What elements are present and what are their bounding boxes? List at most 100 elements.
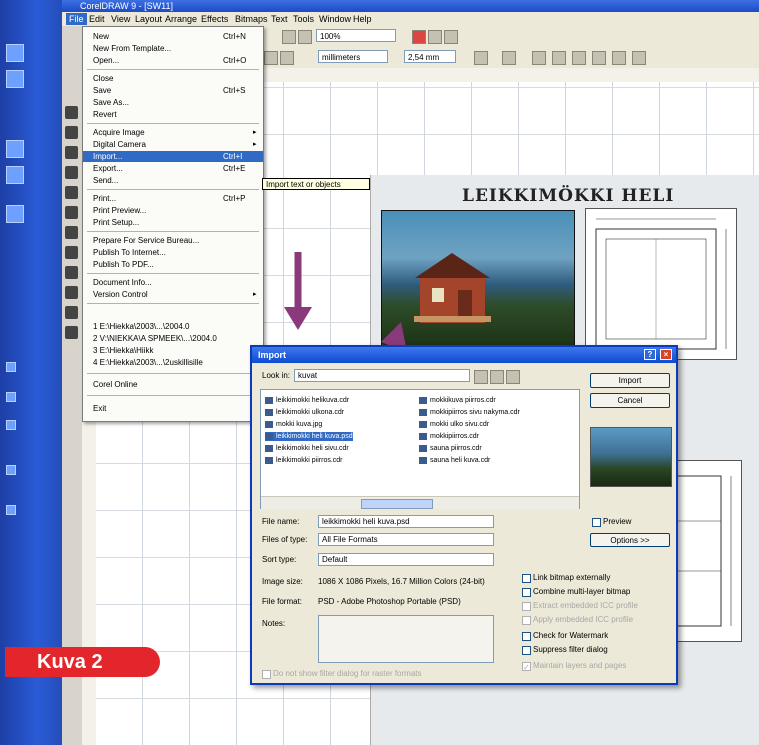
import-button[interactable]: Import — [590, 373, 670, 388]
cancel-button[interactable]: Cancel — [590, 393, 670, 408]
menu-item-export[interactable]: Export... Ctrl+E — [83, 163, 263, 174]
checkbox-box[interactable] — [592, 518, 601, 527]
menu-item-send[interactable]: Send... — [83, 175, 263, 186]
polygon-tool-icon[interactable] — [65, 226, 78, 239]
align-icon[interactable] — [612, 51, 626, 65]
checkbox-box[interactable] — [522, 574, 531, 583]
link-bitmap-checkbox[interactable]: Link bitmap externally — [522, 573, 610, 583]
file-list[interactable]: leikkimokki helikuva.cdr leikkimokki ulk… — [260, 389, 580, 509]
shape-tool-icon[interactable] — [65, 126, 78, 139]
copy-icon[interactable] — [298, 30, 312, 44]
list-item[interactable]: leikkimokki heli sivu.cdr — [265, 444, 349, 453]
list-item[interactable]: mokki ulko sivu.cdr — [419, 420, 489, 429]
app-icon[interactable] — [6, 70, 24, 88]
align-icon[interactable] — [572, 51, 586, 65]
menu-arrange[interactable]: Arrange — [162, 13, 200, 25]
no-filter-dialog-checkbox[interactable]: Do not show filter dialog for raster for… — [262, 669, 422, 679]
align-icon[interactable] — [532, 51, 546, 65]
list-item[interactable]: sauna piirros.cdr — [419, 444, 482, 453]
menu-view[interactable]: View — [108, 13, 133, 25]
align-icon[interactable] — [552, 51, 566, 65]
menu-item-acquire-image[interactable]: Acquire Image ▸ — [83, 127, 263, 138]
zoom-select[interactable]: 100% — [316, 29, 396, 42]
app-icon[interactable] — [6, 44, 24, 62]
eyedropper-tool-icon[interactable] — [65, 286, 78, 299]
horizontal-scrollbar[interactable] — [261, 496, 579, 509]
tray-icon[interactable] — [6, 505, 16, 515]
menu-item-recent-2[interactable]: 2 V:\NIEKKA\A SPMEEK\...\2004.0 — [83, 333, 263, 344]
combine-layers-checkbox[interactable]: Combine multi-layer bitmap — [522, 587, 630, 597]
ellipse-tool-icon[interactable] — [65, 206, 78, 219]
pick-tool-icon[interactable] — [65, 106, 78, 119]
menu-bitmaps[interactable]: Bitmaps — [232, 13, 271, 25]
list-item[interactable]: leikkimokki piirros.cdr — [265, 456, 343, 465]
options-button[interactable]: Options >> — [590, 533, 670, 547]
text-tool-icon[interactable] — [65, 246, 78, 259]
new-folder-icon[interactable] — [490, 370, 504, 384]
list-item[interactable]: sauna heli kuva.cdr — [419, 456, 490, 465]
menu-item-open[interactable]: Open... Ctrl+O — [83, 55, 263, 66]
menu-effects[interactable]: Effects — [198, 13, 231, 25]
app-icon[interactable] — [6, 166, 24, 184]
extract-icc-checkbox[interactable]: Extract embedded ICC profile — [522, 601, 638, 611]
menu-item-print-setup[interactable]: Print Setup... — [83, 217, 263, 228]
menu-item-save-as[interactable]: Save As... — [83, 97, 263, 108]
freehand-tool-icon[interactable] — [65, 166, 78, 179]
maintain-layers-checkbox[interactable]: ✓ Maintain layers and pages — [522, 661, 626, 672]
menu-item-print[interactable]: Print... Ctrl+P — [83, 193, 263, 204]
help-button[interactable]: ? — [644, 349, 656, 360]
sort-type-select[interactable]: Default — [318, 553, 494, 566]
rectangle-tool-icon[interactable] — [65, 186, 78, 199]
watermark-checkbox[interactable]: Check for Watermark — [522, 631, 608, 641]
checkbox-box[interactable] — [522, 646, 531, 655]
tray-icon[interactable] — [6, 420, 16, 430]
tray-icon[interactable] — [6, 465, 16, 475]
launch-icon[interactable] — [412, 30, 426, 44]
menu-item-revert[interactable]: Revert — [83, 109, 263, 120]
nudge-input[interactable]: 2,54 mm — [404, 50, 456, 63]
menu-item-digital-camera[interactable]: Digital Camera ▸ — [83, 139, 263, 150]
duplicate-icon[interactable] — [502, 51, 516, 65]
landscape-icon[interactable] — [280, 51, 294, 65]
tray-icon[interactable] — [6, 362, 16, 372]
look-in-select[interactable]: kuvat — [294, 369, 470, 382]
app-icon[interactable] — [6, 205, 24, 223]
checkbox-box[interactable] — [522, 616, 531, 625]
files-of-type-select[interactable]: All File Formats — [318, 533, 494, 546]
checkbox-box[interactable] — [522, 632, 531, 641]
view-menu-icon[interactable] — [506, 370, 520, 384]
menu-item-version-control[interactable]: Version Control ▸ — [83, 289, 263, 300]
menu-item-exit[interactable]: Exit — [83, 403, 263, 414]
checkbox-box[interactable] — [522, 588, 531, 597]
interactive-tool-icon[interactable] — [65, 266, 78, 279]
menu-item-service-bureau[interactable]: Prepare For Service Bureau... — [83, 235, 263, 246]
align-icon[interactable] — [592, 51, 606, 65]
fill-tool-icon[interactable] — [65, 326, 78, 339]
print-icon[interactable] — [282, 30, 296, 44]
zoom-tool-icon[interactable] — [65, 146, 78, 159]
suppress-filter-checkbox[interactable]: Suppress filter dialog — [522, 645, 608, 655]
apply-icc-checkbox[interactable]: Apply embedded ICC profile — [522, 615, 633, 625]
checkbox-box[interactable] — [262, 670, 271, 679]
menu-file[interactable]: File — [66, 13, 87, 25]
menu-help[interactable]: Help — [350, 13, 375, 25]
menu-layout[interactable]: Layout — [132, 13, 165, 25]
units-select[interactable]: millimeters — [318, 50, 388, 63]
menu-item-save[interactable]: Save Ctrl+S — [83, 85, 263, 96]
menu-item-publish-pdf[interactable]: Publish To PDF... — [83, 259, 263, 270]
menu-item-corel-online[interactable]: Corel Online — [83, 379, 263, 390]
scrollbar-thumb[interactable] — [361, 499, 433, 509]
list-item[interactable]: mokkipiirros.cdr — [419, 432, 479, 441]
menu-item-new-from-template[interactable]: New From Template... — [83, 43, 263, 54]
menu-item-recent-1[interactable]: 1 E:\Hiekka\2003\...\2004.0 — [83, 321, 263, 332]
menu-item-document-info[interactable]: Document Info... — [83, 277, 263, 288]
menu-text[interactable]: Text — [268, 13, 291, 25]
duplicate-icon[interactable] — [474, 51, 488, 65]
menu-item-recent-3[interactable]: 3 E:\Hiekka\Hiikk — [83, 345, 263, 356]
list-item[interactable]: mokkipiirros sivu nakyma.cdr — [419, 408, 520, 417]
app-icon[interactable] — [6, 140, 24, 158]
close-button[interactable]: × — [660, 349, 672, 360]
outline-tool-icon[interactable] — [65, 306, 78, 319]
menu-item-close[interactable]: Close — [83, 73, 263, 84]
help-icon[interactable] — [444, 30, 458, 44]
